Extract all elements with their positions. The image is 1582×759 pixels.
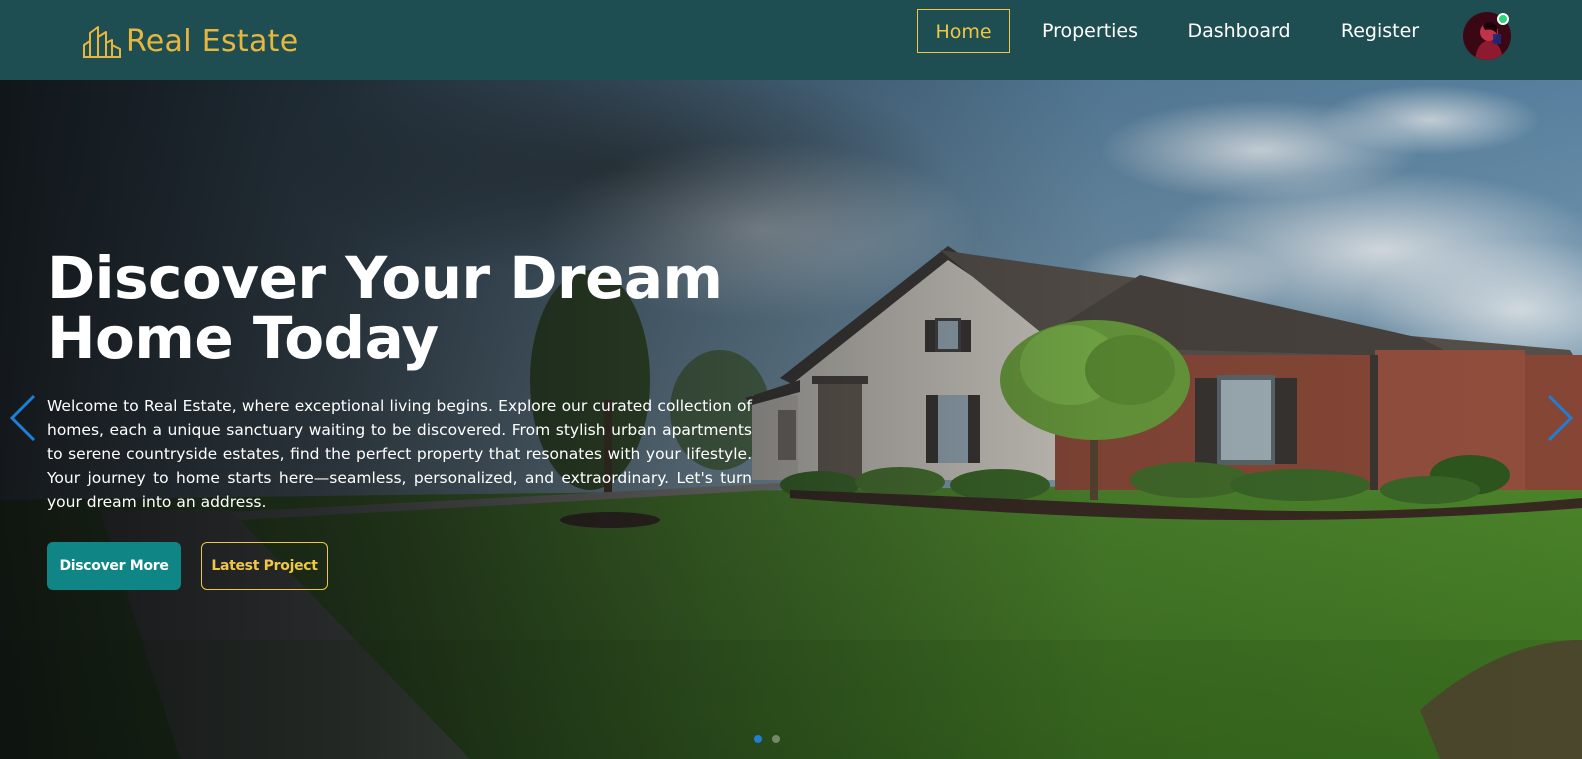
top-navbar: Real Estate Home Properties Dashboard Re… bbox=[0, 0, 1582, 80]
carousel-next-button[interactable] bbox=[1545, 393, 1575, 443]
discover-more-button[interactable]: Discover More bbox=[47, 542, 181, 590]
carousel-indicator-1[interactable] bbox=[754, 735, 762, 743]
hero-title-line-1: Discover Your Dream bbox=[47, 244, 723, 312]
hero-title-line-2: Home Today bbox=[47, 304, 439, 372]
hero-description: Welcome to Real Estate, where exceptiona… bbox=[47, 397, 752, 511]
nav-register[interactable]: Register bbox=[1330, 9, 1430, 53]
buildings-icon bbox=[83, 26, 121, 58]
carousel-indicator-2[interactable] bbox=[772, 735, 780, 743]
nav-dashboard[interactable]: Dashboard bbox=[1176, 9, 1302, 53]
carousel-prev-button[interactable] bbox=[8, 393, 38, 443]
brand-name: Real Estate bbox=[126, 23, 299, 59]
hero-carousel: Discover Your Dream Home Today Welcome t… bbox=[0, 80, 1582, 759]
nav-properties[interactable]: Properties bbox=[1030, 9, 1150, 53]
carousel-indicators bbox=[754, 735, 780, 743]
latest-project-button[interactable]: Latest Project bbox=[201, 542, 328, 590]
nav-home[interactable]: Home bbox=[917, 9, 1010, 53]
hero-title: Discover Your Dream Home Today bbox=[47, 248, 747, 368]
chevron-right-icon bbox=[1547, 394, 1574, 442]
online-status-indicator bbox=[1497, 13, 1509, 25]
brand-logo[interactable]: Real Estate bbox=[82, 21, 298, 61]
chevron-left-icon bbox=[9, 394, 36, 442]
